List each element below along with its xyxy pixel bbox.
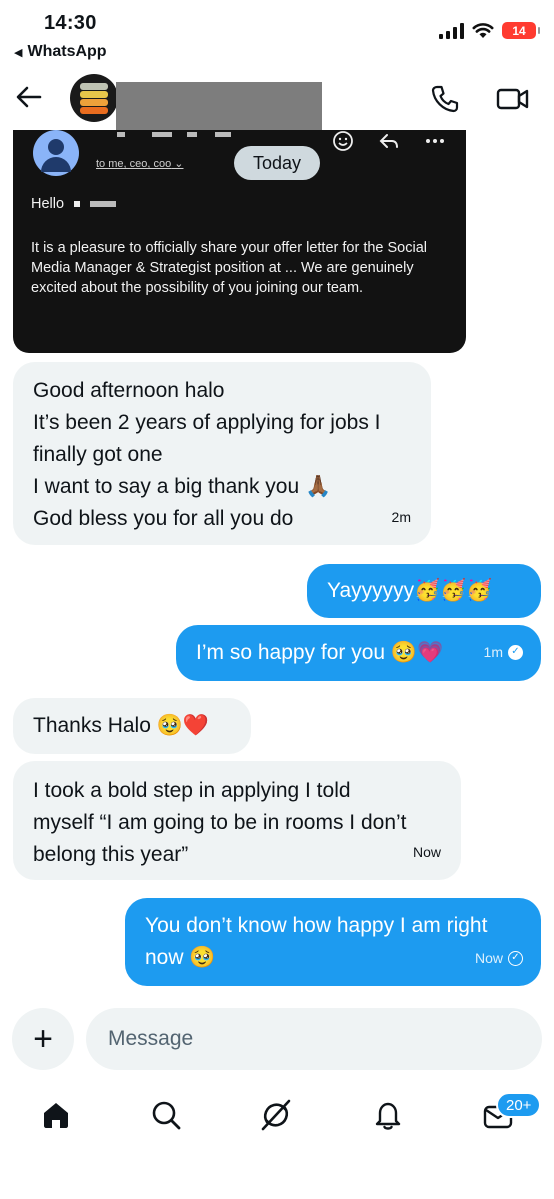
message-input[interactable] xyxy=(86,1008,542,1070)
video-camera-icon[interactable] xyxy=(496,84,530,114)
message-line: now 🥹 xyxy=(145,946,216,969)
sent-receipt-icon: ✓ xyxy=(508,950,523,966)
status-icons: 14 xyxy=(439,22,540,39)
add-attachment-button[interactable]: + xyxy=(12,1008,74,1070)
contact-avatar[interactable] xyxy=(70,74,118,122)
email-actions xyxy=(332,130,446,152)
phone-icon[interactable] xyxy=(430,84,460,114)
conversation-header xyxy=(0,70,554,136)
message-line: It’s been 2 years of applying for jobs I xyxy=(33,411,381,434)
message-meta: 1m ✓ xyxy=(484,636,523,668)
notifications-icon xyxy=(375,1102,401,1130)
email-body-text: It is a pleasure to officially share you… xyxy=(31,240,427,296)
status-bar: 14:30 ◀ WhatsApp 14 xyxy=(0,0,554,66)
incoming-message[interactable]: Good afternoon halo It’s been 2 years of… xyxy=(13,362,431,545)
message-time: Now xyxy=(412,844,441,860)
more-options-icon xyxy=(426,139,444,143)
message-time: Now xyxy=(474,950,503,966)
read-receipt-icon: ✓ xyxy=(508,644,523,660)
back-triangle-icon: ◀ xyxy=(14,46,23,59)
back-to-app-link[interactable]: ◀ WhatsApp xyxy=(14,43,107,61)
message-line: I took a bold step in applying I told xyxy=(33,779,351,802)
message-time: 2m xyxy=(391,509,411,525)
message-meta: Now ✓ xyxy=(475,942,523,974)
email-sender-redacted xyxy=(97,130,247,138)
emoji-react-icon xyxy=(333,131,353,151)
message-line: God bless you for all you do xyxy=(33,507,294,530)
incoming-message[interactable]: I took a bold step in applying I told my… xyxy=(13,761,461,880)
back-app-label: WhatsApp xyxy=(27,43,107,60)
tab-grok[interactable] xyxy=(258,1097,294,1133)
home-icon xyxy=(44,1103,68,1128)
tab-home[interactable] xyxy=(38,1097,74,1133)
message-line: finally got one xyxy=(33,443,163,466)
message-line: You don’t know how happy I am right xyxy=(145,914,488,937)
arrow-left-icon[interactable] xyxy=(14,82,44,112)
date-separator-pill: Today xyxy=(234,146,320,180)
email-sender-avatar xyxy=(33,130,79,176)
outgoing-message[interactable]: You don’t know how happy I am right now … xyxy=(125,898,541,986)
status-time: 14:30 xyxy=(44,12,97,34)
message-text: Yayyyyyy🥳🥳🥳 xyxy=(327,579,493,602)
message-line: belong this year” xyxy=(33,843,189,866)
message-line: I want to say a big thank you 🙏🏾 xyxy=(33,475,332,498)
message-time: 1m xyxy=(483,644,503,660)
reply-icon xyxy=(379,134,398,148)
cellular-signal-icon xyxy=(439,22,464,39)
battery-indicator: 14 xyxy=(502,22,540,39)
message-line: myself “I am going to be in rooms I don’… xyxy=(33,811,407,834)
outgoing-message[interactable]: Yayyyyyy🥳🥳🥳 xyxy=(307,564,541,618)
email-recipients: to me, ceo, coo ⌄ xyxy=(96,158,184,170)
message-text: Thanks Halo 🥹❤️ xyxy=(33,714,210,737)
messages-unread-badge: 20+ xyxy=(496,1092,542,1118)
tab-search[interactable] xyxy=(148,1097,184,1133)
search-icon xyxy=(152,1101,181,1130)
plus-icon: + xyxy=(33,1019,53,1058)
message-line: Good afternoon halo xyxy=(33,379,225,402)
outgoing-message[interactable]: I’m so happy for you 🥹💗 1m ✓ xyxy=(176,625,541,681)
wifi-icon xyxy=(472,23,494,38)
incoming-message[interactable]: Thanks Halo 🥹❤️ xyxy=(13,698,251,754)
contact-name-redacted[interactable] xyxy=(116,82,322,136)
tab-notifications[interactable] xyxy=(370,1097,406,1133)
grok-icon xyxy=(261,1099,291,1131)
email-greeting: Hello xyxy=(31,196,117,212)
